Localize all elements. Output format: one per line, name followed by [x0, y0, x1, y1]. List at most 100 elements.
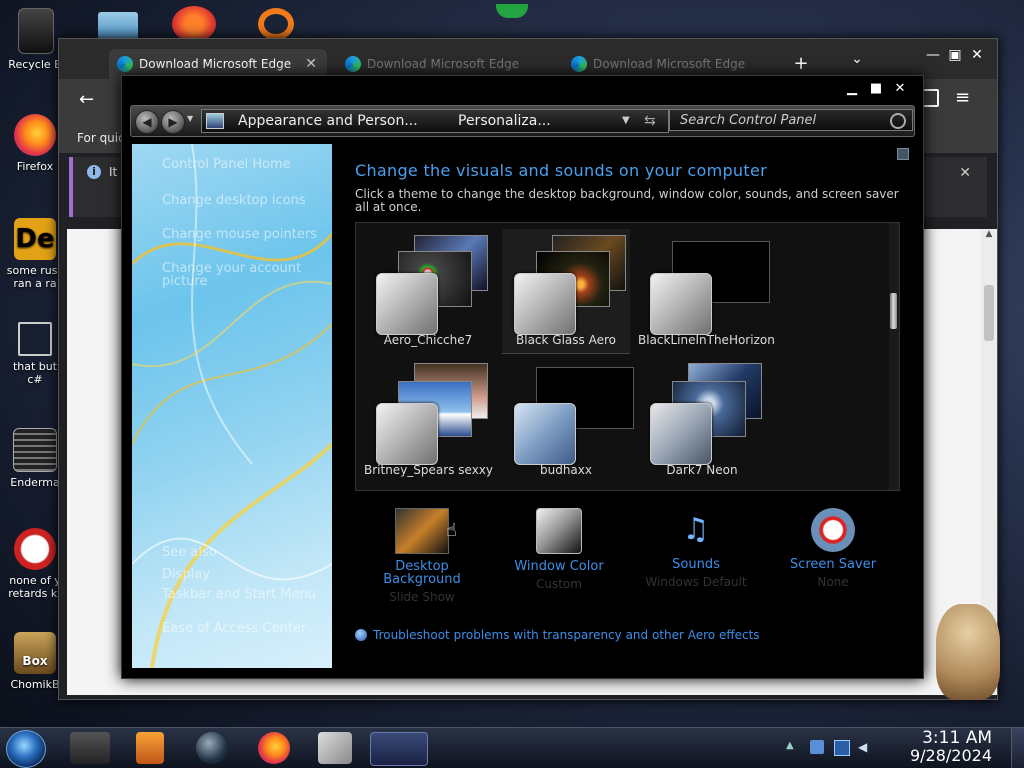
desktop-background-icon [395, 508, 449, 554]
maximize-icon[interactable]: ■ [865, 81, 887, 96]
drive-icon[interactable] [18, 8, 54, 54]
theme-item[interactable]: BlackLineInTheHorizon [638, 229, 775, 353]
page-title: Change the visuals and sounds on your co… [355, 161, 767, 180]
taskbar-globe-icon[interactable] [196, 732, 228, 764]
clock[interactable]: 3:11 AM 9/28/2024 [910, 730, 992, 765]
forward-button[interactable]: ▶ [161, 110, 185, 134]
hand-cursor-icon: ☝ [446, 520, 457, 541]
show-desktop-button[interactable] [1011, 728, 1024, 768]
theme-item[interactable]: Aero_Chicche7 [364, 229, 492, 353]
breadcrumb-appearance[interactable]: Appearance and Person... [238, 110, 418, 132]
maximize-icon[interactable]: ▣ [943, 47, 967, 63]
control-panel-icon [206, 113, 224, 129]
taskbar-explorer-icon[interactable] [70, 732, 110, 764]
option-title: Window Color [514, 559, 604, 574]
green-bug-icon [496, 4, 528, 18]
personalization-window: ▁ ■ ✕ ◀ ▶ ▼ Appearance and Person... Per… [121, 75, 924, 679]
taskbar: ▲ ◀ 3:11 AM 9/28/2024 [0, 727, 1024, 768]
address-bar[interactable]: Appearance and Person... Personaliza... … [201, 109, 669, 133]
ease-of-access-link[interactable]: Ease of Access Center [162, 622, 332, 635]
tab-close-icon[interactable]: ✕ [305, 56, 317, 72]
option-subtitle: Windows Default [645, 575, 747, 589]
troubleshoot-link[interactable]: Troubleshoot problems with transparency … [355, 628, 760, 642]
theme-name: BlackLineInTheHorizon [638, 333, 775, 347]
start-button[interactable] [6, 730, 46, 768]
taskbar-control-panel-icon[interactable] [370, 732, 428, 766]
new-tab-button[interactable]: + [789, 53, 813, 74]
scroll-up-icon[interactable]: ▲ [981, 229, 997, 239]
info-close-icon[interactable]: ✕ [959, 165, 971, 181]
taskbar-media-center-icon[interactable] [318, 732, 352, 764]
chomikbox-icon: Box [14, 632, 56, 674]
theme-name: Aero_Chicche7 [383, 333, 473, 347]
info-icon: i [87, 165, 101, 179]
dinosaur-icon [14, 528, 56, 570]
window-color-icon [536, 508, 582, 554]
show-hidden-icons-icon[interactable]: ▲ [786, 740, 800, 754]
change-mouse-pointers-link[interactable]: Change mouse pointers [162, 228, 332, 241]
theme-glass-swatch [376, 273, 438, 335]
network-icon[interactable] [834, 740, 850, 756]
scroll-thumb[interactable] [890, 293, 897, 329]
see-also-header: See also [162, 545, 217, 560]
theme-name: Black Glass Aero [516, 333, 616, 347]
option-subtitle: None [817, 575, 849, 589]
close-icon[interactable]: ✕ [965, 47, 989, 63]
refresh-icon[interactable]: ⇆ [644, 110, 656, 132]
option-subtitle: Custom [536, 577, 582, 591]
edge-tab-title: Download Microsoft Edge [139, 57, 292, 71]
menu-icon[interactable]: ≡ [955, 87, 970, 108]
taskbar-firefox-icon[interactable] [258, 732, 290, 764]
main-content: Change the visuals and sounds on your co… [355, 144, 915, 668]
ring-app-icon[interactable] [258, 8, 294, 40]
cp-title-bar: ▁ ■ ✕ [122, 76, 923, 104]
screen-saver-option[interactable]: Screen Saver None [778, 508, 888, 589]
help-icon[interactable] [897, 148, 909, 160]
change-account-picture-link[interactable]: Change your account picture [162, 262, 332, 288]
change-desktop-icons-link[interactable]: Change desktop icons [162, 194, 332, 207]
edge-icon [571, 56, 587, 72]
theme-glass-swatch [650, 273, 712, 335]
page-description: Click a theme to change the desktop back… [355, 187, 899, 214]
scroll-thumb[interactable] [984, 285, 994, 341]
control-panel-home-link[interactable]: Control Panel Home [162, 158, 332, 171]
volume-icon[interactable]: ◀ [858, 740, 872, 754]
tray-app-icon[interactable] [810, 740, 824, 754]
taskbar-start-menu-link[interactable]: Taskbar and Start Menu [162, 588, 332, 601]
option-title: Desktop Background [383, 559, 461, 587]
edge-title-bar: Download Microsoft Edge ✕ Download Micro… [59, 39, 997, 79]
theme-item[interactable]: Britney_Spears sexxy [364, 359, 493, 483]
option-title: Screen Saver [789, 557, 877, 572]
taskbar-media-player-icon[interactable] [136, 732, 164, 764]
minimize-icon[interactable]: ▁ [841, 81, 863, 96]
tab-list-chevron-icon[interactable]: ⌄ [845, 51, 869, 67]
window-color-option[interactable]: Window Color Custom [504, 508, 614, 591]
theme-name: Britney_Spears sexxy [364, 463, 493, 477]
breadcrumb-personalization[interactable]: Personaliza... [458, 110, 551, 132]
theme-item[interactable]: budhaxx [502, 359, 634, 483]
sounds-icon: ♫ [682, 512, 710, 547]
back-button[interactable]: ◀ [135, 110, 159, 134]
minimize-icon[interactable]: — [921, 47, 945, 63]
close-icon[interactable]: ✕ [889, 81, 911, 96]
option-subtitle: Slide Show [389, 590, 455, 604]
info-text: It [109, 165, 118, 179]
theme-item[interactable]: Dark7 Neon [638, 359, 766, 483]
p-app-icon[interactable] [172, 6, 216, 42]
back-arrow-icon[interactable]: ← [79, 89, 94, 110]
address-dropdown-icon[interactable]: ▼ [622, 110, 630, 132]
theme-glass-swatch [376, 403, 438, 465]
display-link[interactable]: Display [162, 568, 332, 581]
images-folder-icon[interactable] [98, 12, 138, 40]
search-icon[interactable] [890, 113, 906, 129]
edge-tab-title: Download Microsoft Edge [367, 57, 520, 71]
search-box[interactable]: Search Control Panel [669, 109, 913, 131]
theme-item[interactable]: Black Glass Aero [502, 229, 630, 354]
search-input[interactable]: Search Control Panel [680, 113, 816, 128]
screen-saver-icon [811, 508, 855, 552]
sounds-option[interactable]: ♫ Sounds Windows Default [641, 508, 751, 589]
hamster-gadget-icon[interactable] [936, 604, 1000, 700]
recent-pages-chevron-icon[interactable]: ▼ [187, 114, 193, 123]
theme-list-scrollbar[interactable] [889, 223, 899, 490]
desktop-background-option[interactable]: Desktop Background Slide Show [367, 508, 477, 604]
